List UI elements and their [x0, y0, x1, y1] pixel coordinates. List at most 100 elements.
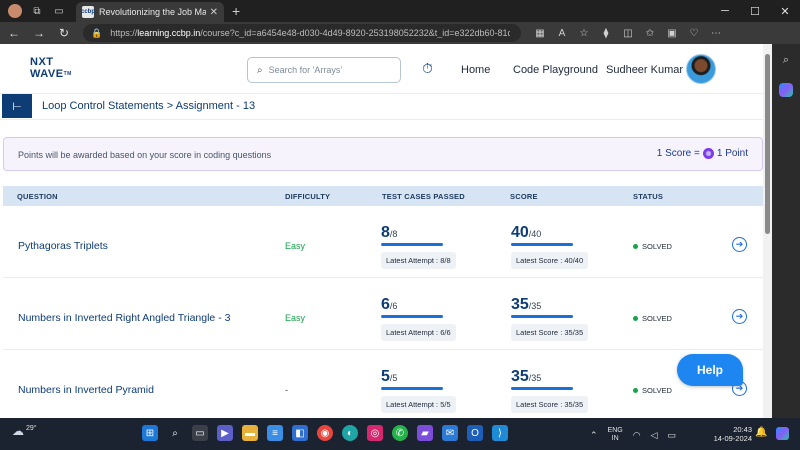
points-banner-text: Points will be awarded based on your sco…	[18, 150, 272, 160]
tab-favicon: ccbp	[81, 6, 95, 18]
language-indicator[interactable]: ENG IN	[608, 427, 623, 443]
profile-icon[interactable]	[8, 4, 22, 18]
task-view-icon[interactable]: ▭	[192, 425, 208, 441]
score-total: /40	[528, 229, 542, 239]
tab-actions-icon[interactable]: ▭	[52, 4, 66, 18]
nav-home-link[interactable]: Home	[461, 64, 490, 76]
wifi-icon[interactable]: ◠	[633, 430, 641, 441]
refresh-icon[interactable]: ↻	[53, 26, 75, 40]
coin-icon	[702, 148, 714, 159]
workspaces-icon[interactable]: ⧉	[30, 4, 44, 18]
test-cases-value: 8	[381, 224, 390, 241]
start-icon[interactable]: ⊞	[142, 425, 158, 441]
taskbar-copilot-icon[interactable]	[776, 427, 789, 440]
latest-attempt: Latest Attempt : 8/8	[381, 252, 456, 269]
open-question-arrow-icon[interactable]: ➔	[732, 309, 747, 324]
breadcrumb-text[interactable]: Loop Control Statements > Assignment - 1…	[42, 100, 255, 112]
sidebar-search-icon[interactable]: ⌕	[783, 54, 789, 67]
browser-tab-active[interactable]: ccbp Revolutionizing the Job Market | N …	[76, 2, 224, 22]
avatar[interactable]	[686, 54, 716, 84]
lock-icon[interactable]: 🔒	[91, 28, 102, 39]
clock-date: 14-09-2024	[713, 434, 752, 443]
latest-attempt: Latest Attempt : 5/5	[381, 396, 456, 413]
split-screen-icon[interactable]: ◫	[617, 28, 639, 39]
header-test-cases: TEST CASES PASSED	[382, 192, 465, 201]
page-scrollbar[interactable]	[763, 44, 772, 418]
user-name[interactable]: Sudheer Kumar	[606, 64, 683, 76]
stopwatch-icon[interactable]: ⏱	[422, 60, 433, 77]
outlook-icon[interactable]: O	[467, 425, 483, 441]
status-badge: SOLVED	[633, 314, 672, 323]
question-name[interactable]: Pythagoras Triplets	[18, 240, 108, 252]
vscode-icon[interactable]: ⟩	[492, 425, 508, 441]
whatsapp-icon[interactable]: ✆	[392, 425, 408, 441]
sidebar-toggle-icon[interactable]: ⊢	[2, 94, 32, 118]
meet-icon[interactable]: ▶	[217, 425, 233, 441]
points-banner: Points will be awarded based on your sco…	[3, 137, 763, 171]
nav-code-playground-link[interactable]: Code Playground	[513, 64, 598, 76]
table-row[interactable]: Numbers in Inverted Right Angled Triangl…	[3, 286, 763, 350]
weather-widget[interactable]: ☁ 29°	[12, 424, 37, 438]
test-cases-progress-bar	[381, 315, 443, 318]
search-input[interactable]: ⌕ Search for 'Arrays'	[247, 57, 401, 83]
clock-time: 20:43	[733, 425, 752, 434]
edge-icon[interactable]: ◐	[342, 425, 358, 441]
test-cases-metric: 6/6 Latest Attempt : 6/6	[381, 296, 456, 341]
test-cases-total: /8	[389, 229, 398, 239]
apps-icon[interactable]: ▦	[529, 28, 551, 39]
store-icon[interactable]: ◧	[292, 425, 308, 441]
question-name[interactable]: Numbers in Inverted Right Angled Triangl…	[18, 312, 230, 324]
settings-more-icon[interactable]: ⋯	[705, 28, 727, 39]
back-icon[interactable]: ←	[3, 26, 25, 40]
mail-icon[interactable]: ✉	[442, 425, 458, 441]
open-question-arrow-icon[interactable]: ➔	[732, 237, 747, 252]
web-page: NXT WAVETM ⌕ Search for 'Arrays' ⏱ Home …	[0, 44, 772, 418]
url-field[interactable]: 🔒 https://learning.ccbp.in/course?c_id=a…	[83, 24, 521, 42]
scrollbar-thumb[interactable]	[765, 54, 770, 234]
url-path: /course?c_id=a6454e48-d030-4d49-8920-253…	[200, 28, 511, 38]
browser-essentials-icon[interactable]: ♡	[683, 28, 705, 39]
test-cases-progress-bar	[381, 387, 443, 390]
site-header: NXT WAVETM ⌕ Search for 'Arrays' ⏱ Home …	[0, 44, 763, 94]
question-name[interactable]: Numbers in Inverted Pyramid	[18, 384, 154, 396]
extensions-icon[interactable]: ⧫	[595, 28, 617, 39]
tray-overflow-icon[interactable]: ⌃	[590, 430, 598, 441]
notepad-icon[interactable]: ≡	[267, 425, 283, 441]
address-bar-icons: ▦ A ☆ ⧫ ◫ ✩ ▣ ♡ ⋯	[529, 28, 727, 39]
read-aloud-icon[interactable]: A	[551, 28, 573, 39]
language-code: ENG	[607, 427, 623, 434]
search-icon: ⌕	[257, 64, 263, 76]
close-window-icon[interactable]: ✕	[770, 5, 800, 18]
favorite-star-icon[interactable]: ☆	[573, 28, 595, 39]
nxtwave-logo[interactable]: NXT WAVETM	[30, 56, 72, 80]
taskbar-clock[interactable]: 20:43 14-09-2024	[706, 425, 752, 443]
minimize-icon[interactable]: ─	[710, 5, 740, 18]
tab-close-icon[interactable]: ✕	[210, 7, 218, 18]
chrome-icon[interactable]: ◉	[317, 425, 333, 441]
instagram-icon[interactable]: ◎	[367, 425, 383, 441]
file-explorer-icon[interactable]: ▬	[242, 425, 258, 441]
maximize-icon[interactable]: ☐	[740, 5, 770, 18]
url-domain: learning.ccbp.in	[137, 28, 201, 38]
collections-icon[interactable]: ▣	[661, 28, 683, 39]
forward-icon[interactable]: →	[28, 26, 50, 40]
battery-icon[interactable]: ▭	[668, 430, 677, 441]
score-metric: 35/35 Latest Score : 35/35	[511, 296, 589, 341]
help-button[interactable]: Help	[677, 354, 743, 386]
status-dot-icon	[633, 316, 638, 321]
favorites-icon[interactable]: ✩	[639, 28, 661, 39]
score-value: 35	[511, 296, 529, 313]
status-badge: SOLVED	[633, 242, 672, 251]
notification-bell-icon[interactable]: 🔔	[755, 427, 767, 438]
taskbar-search-icon[interactable]: ⌕	[167, 425, 183, 441]
status-dot-icon	[633, 388, 638, 393]
table-header: QUESTION DIFFICULTY TEST CASES PASSED SC…	[3, 186, 763, 206]
video-editor-icon[interactable]: ▰	[417, 425, 433, 441]
volume-icon[interactable]: ◁	[651, 430, 658, 441]
table-row[interactable]: Pythagoras Triplets Easy 8/8 Latest Atte…	[3, 214, 763, 278]
new-tab-icon[interactable]: +	[232, 3, 240, 19]
status-badge: SOLVED	[633, 386, 672, 395]
table-row[interactable]: Numbers in Inverted Pyramid - 5/5 Latest…	[3, 358, 763, 418]
copilot-icon[interactable]	[779, 83, 793, 97]
language-region: IN	[611, 435, 619, 442]
